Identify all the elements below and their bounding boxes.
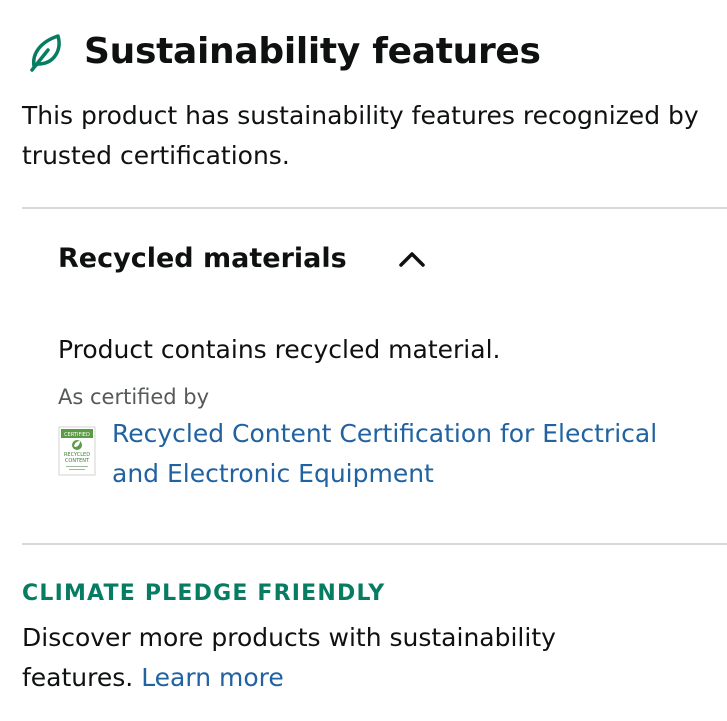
divider xyxy=(22,207,727,209)
certification-link[interactable]: Recycled Content Certification for Elect… xyxy=(112,414,702,494)
section-body: Product contains recycled material. As c… xyxy=(58,330,718,494)
recycled-content-badge-icon: CERTIFIED RECYCLED CONTENT xyxy=(58,426,96,476)
discover-label: Discover more products with sustainabili… xyxy=(22,623,556,692)
chevron-up-icon[interactable] xyxy=(397,249,427,269)
climate-pledge-friendly-logo: CLIMATE PLEDGE FRIENDLY xyxy=(22,581,386,606)
badge-text-certified: CERTIFIED xyxy=(64,432,90,438)
certified-by-label: As certified by xyxy=(58,385,210,409)
badge-text-content: CONTENT xyxy=(65,458,90,464)
header: Sustainability features xyxy=(24,28,541,76)
section-description: Product contains recycled material. xyxy=(58,335,501,364)
certification-row: CERTIFIED RECYCLED CONTENT Recycled Cont… xyxy=(58,414,718,494)
learn-more-link[interactable]: Learn more xyxy=(141,663,284,692)
discover-text: Discover more products with sustainabili… xyxy=(22,618,582,698)
section-title: Recycled materials xyxy=(58,243,347,274)
leaf-icon xyxy=(30,34,61,72)
intro-text: This product has sustainability features… xyxy=(22,101,699,170)
recycled-materials-toggle[interactable]: Recycled materials xyxy=(58,236,427,282)
divider xyxy=(22,543,727,545)
page-title: Sustainability features xyxy=(84,31,541,72)
